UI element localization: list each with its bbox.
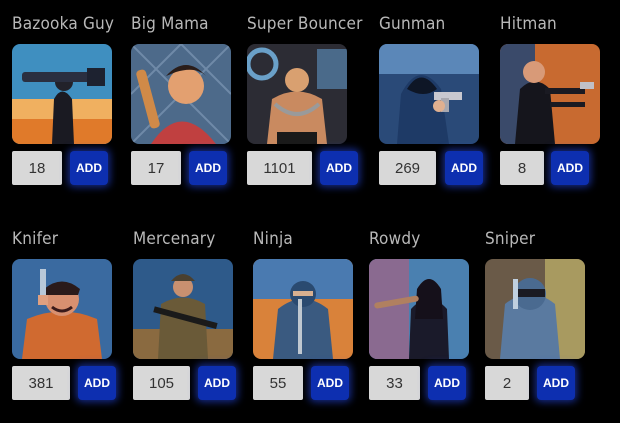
quantity-field[interactable] xyxy=(12,151,62,185)
quantity-field[interactable] xyxy=(253,366,303,400)
knifer-portrait xyxy=(12,259,112,359)
quantity-field[interactable] xyxy=(247,151,312,185)
add-button[interactable]: ADD xyxy=(189,151,227,185)
hitman-portrait xyxy=(500,44,600,144)
add-button[interactable]: ADD xyxy=(537,366,575,400)
character-name: Super Bouncer xyxy=(247,14,363,34)
character-name: Big Mama xyxy=(131,14,209,34)
mercenary-portrait xyxy=(133,259,233,359)
quantity-field[interactable] xyxy=(133,366,190,400)
character-name: Ninja xyxy=(253,229,294,249)
character-name: Gunman xyxy=(379,14,446,34)
bazooka-guy-portrait xyxy=(12,44,112,144)
gunman-portrait xyxy=(379,44,479,144)
quantity-field[interactable] xyxy=(131,151,181,185)
add-button[interactable]: ADD xyxy=(428,366,466,400)
quantity-field[interactable] xyxy=(485,366,529,400)
character-name: Hitman xyxy=(500,14,557,34)
quantity-field[interactable] xyxy=(379,151,436,185)
quantity-field[interactable] xyxy=(369,366,420,400)
character-name: Mercenary xyxy=(133,229,216,249)
ninja-portrait xyxy=(253,259,353,359)
add-button[interactable]: ADD xyxy=(78,366,116,400)
super-bouncer-portrait xyxy=(247,44,347,144)
character-name: Rowdy xyxy=(369,229,421,249)
rowdy-portrait xyxy=(369,259,469,359)
add-button[interactable]: ADD xyxy=(445,151,483,185)
add-button[interactable]: ADD xyxy=(70,151,108,185)
add-button[interactable]: ADD xyxy=(320,151,358,185)
quantity-field[interactable] xyxy=(12,366,70,400)
character-name: Sniper xyxy=(485,229,536,249)
add-button[interactable]: ADD xyxy=(311,366,349,400)
character-name: Bazooka Guy xyxy=(12,14,115,34)
big-mama-portrait xyxy=(131,44,231,144)
quantity-field[interactable] xyxy=(500,151,544,185)
add-button[interactable]: ADD xyxy=(198,366,236,400)
add-button[interactable]: ADD xyxy=(551,151,589,185)
sniper-portrait xyxy=(485,259,585,359)
character-name: Knifer xyxy=(12,229,59,249)
